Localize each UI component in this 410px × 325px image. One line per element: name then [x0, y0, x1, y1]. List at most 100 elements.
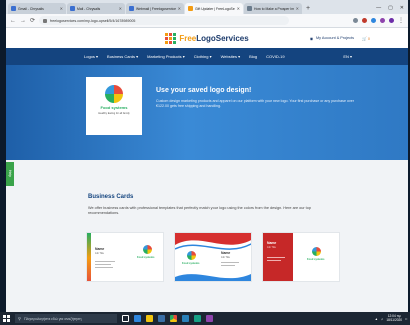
taskbar-search[interactable]: ⚲ Πληκτρολογήστε εδώ για αναζήτηση — [15, 314, 117, 323]
food-emblem-icon — [105, 85, 123, 103]
clock-date: 18/11/2020 — [386, 317, 403, 322]
logo-text-rest: LogoServices — [196, 33, 249, 43]
file-explorer-icon[interactable] — [146, 315, 153, 322]
chrome-icon[interactable] — [170, 315, 177, 322]
app-icon[interactable] — [182, 315, 189, 322]
browser-tab-active[interactable]: Gift Updater | FreeLogoServices ✕ — [185, 3, 243, 14]
nav-item-business-cards[interactable]: Business Cards ▾ — [107, 54, 138, 59]
site-header: Free LogoServices ◉ My Account & Projects… — [6, 28, 408, 48]
browser-tab-strip: Gmail - Chrysalis ✕ Mail - Chrysalis ✕ W… — [6, 0, 408, 14]
tab-label: How to Make a Prosper Impact — [254, 6, 294, 11]
volume-icon[interactable]: ♫ — [381, 317, 383, 321]
tab-close-icon[interactable]: ✕ — [119, 6, 122, 11]
hero-banner: Food systems Healthy Eating for all fami… — [6, 65, 408, 160]
saved-logo-preview[interactable]: Food systems Healthy Eating for all fami… — [86, 77, 142, 135]
logo-brand-name: Food systems — [100, 105, 128, 110]
network-icon[interactable]: ▲ — [375, 317, 378, 321]
back-button[interactable]: ← — [10, 18, 16, 24]
tab-close-icon[interactable]: ✕ — [178, 6, 181, 11]
app-icon[interactable] — [194, 315, 201, 322]
business-card-template[interactable]: Food systems Name Job Title — [174, 232, 252, 282]
tab-favicon-icon — [11, 6, 16, 11]
tab-favicon-icon — [247, 6, 252, 11]
tab-close-icon[interactable]: ✕ — [296, 6, 299, 11]
menu-icon[interactable]: ⋮ — [398, 17, 404, 24]
extension-icon[interactable] — [362, 18, 367, 23]
nav-item-covid[interactable]: COVID-19 — [266, 54, 284, 59]
task-view-icon[interactable] — [122, 315, 129, 322]
card-name: Name — [95, 247, 105, 251]
extension-icon[interactable] — [353, 18, 358, 23]
lock-icon — [43, 18, 48, 23]
card-role: Job Title — [221, 256, 230, 259]
business-card-template[interactable]: Name Job Title Food systems — [86, 232, 164, 282]
extension-icon[interactable] — [380, 18, 385, 23]
nav-item-clothing[interactable]: Clothing ▾ — [194, 54, 212, 59]
tab-label: Webmail | Freelogoservices — [136, 6, 176, 11]
tab-label: Gmail - Chrysalis — [18, 6, 44, 11]
account-link[interactable]: ◉ My Account & Projects — [310, 36, 354, 41]
browser-tab[interactable]: Webmail | Freelogoservices ✕ — [126, 3, 184, 14]
tab-close-icon[interactable]: ✕ — [60, 6, 63, 11]
tab-close-icon[interactable]: ✕ — [237, 6, 240, 11]
browser-tab[interactable]: Gmail - Chrysalis ✕ — [8, 3, 66, 14]
reload-button[interactable]: ⟳ — [30, 17, 35, 24]
system-tray: ▲ ♫ 12:04 πμ 18/11/2020 □ — [375, 314, 407, 322]
card-role: Job Title — [267, 246, 276, 249]
profile-avatar[interactable] — [389, 18, 394, 23]
card-name: Name — [221, 251, 231, 255]
card-role: Job Title — [95, 252, 104, 255]
logo-tagline: Healthy Eating for all family — [98, 112, 130, 115]
card-brand: Food systems — [182, 262, 200, 265]
cart-icon: 🛒 — [362, 36, 367, 41]
new-tab-button[interactable]: + — [306, 5, 310, 12]
tab-favicon-icon — [70, 6, 75, 11]
business-card-list: Name Job Title Food systems Food systems… — [86, 232, 340, 282]
store-icon[interactable] — [158, 315, 165, 322]
tab-label: Gift Updater | FreeLogoServices — [195, 6, 235, 11]
tab-favicon-icon — [188, 6, 193, 11]
url-field[interactable]: freelogoservices.com/my-logo-upsell/5/4/… — [39, 16, 290, 25]
forward-button[interactable]: → — [20, 18, 26, 24]
notifications-icon[interactable]: □ — [405, 317, 407, 321]
tab-label: Mail - Chrysalis — [77, 6, 101, 11]
windows-taskbar: ⚲ Πληκτρολογήστε εδώ για αναζήτηση ▲ ♫ 1… — [0, 312, 410, 325]
close-window-button[interactable]: ✕ — [400, 5, 404, 11]
card-logo-icon — [143, 245, 152, 254]
nav-item-marketing-products[interactable]: Marketing Products ▾ — [147, 54, 185, 59]
address-bar-row: ← → ⟳ freelogoservices.com/my-logo-upsel… — [6, 14, 408, 28]
logo-text-free: Free — [179, 33, 197, 43]
tab-favicon-icon — [129, 6, 134, 11]
business-card-template[interactable]: Name Job Title Food systems — [262, 232, 340, 282]
card-brand: Food systems — [307, 258, 325, 261]
extension-icon[interactable] — [371, 18, 376, 23]
cart-button[interactable]: 🛒 0 — [362, 36, 370, 41]
nav-item-blog[interactable]: Blog — [249, 54, 257, 59]
nav-item-logos[interactable]: Logos ▾ — [84, 54, 98, 59]
window-controls: — ▢ ✕ — [376, 5, 408, 14]
site-navigation: Logos ▾ Business Cards ▾ Marketing Produ… — [6, 48, 408, 65]
start-button[interactable] — [3, 315, 10, 322]
edge-icon[interactable] — [134, 315, 141, 322]
app-icon[interactable] — [206, 315, 213, 322]
extensions-area: ⋮ — [353, 17, 404, 24]
minimize-button[interactable]: — — [376, 5, 381, 11]
card-name: Name — [267, 241, 277, 245]
language-selector[interactable]: EN ▾ — [343, 54, 352, 59]
card-logo-icon — [312, 247, 321, 256]
hero-title: Use your saved logo design! — [156, 87, 252, 94]
url-text: freelogoservices.com/my-logo-upsell/5/4/… — [50, 18, 136, 23]
logo-mark-icon — [165, 32, 177, 44]
help-tab[interactable]: Help — [6, 162, 14, 186]
nav-item-websites[interactable]: Websites ▾ — [221, 54, 241, 59]
card-brand: Food systems — [137, 256, 155, 259]
maximize-button[interactable]: ▢ — [388, 5, 393, 11]
clock[interactable]: 12:04 πμ 18/11/2020 — [386, 314, 403, 322]
site-logo[interactable]: Free LogoServices — [165, 32, 249, 44]
browser-tab[interactable]: How to Make a Prosper Impact ✕ — [244, 3, 302, 14]
search-placeholder: Πληκτρολογήστε εδώ για αναζήτηση — [23, 316, 82, 321]
hero-description: Custom design marketing products and app… — [156, 99, 354, 108]
screen: Gmail - Chrysalis ✕ Mail - Chrysalis ✕ W… — [6, 0, 408, 316]
card-logo-icon — [187, 251, 196, 260]
browser-tab[interactable]: Mail - Chrysalis ✕ — [67, 3, 125, 14]
